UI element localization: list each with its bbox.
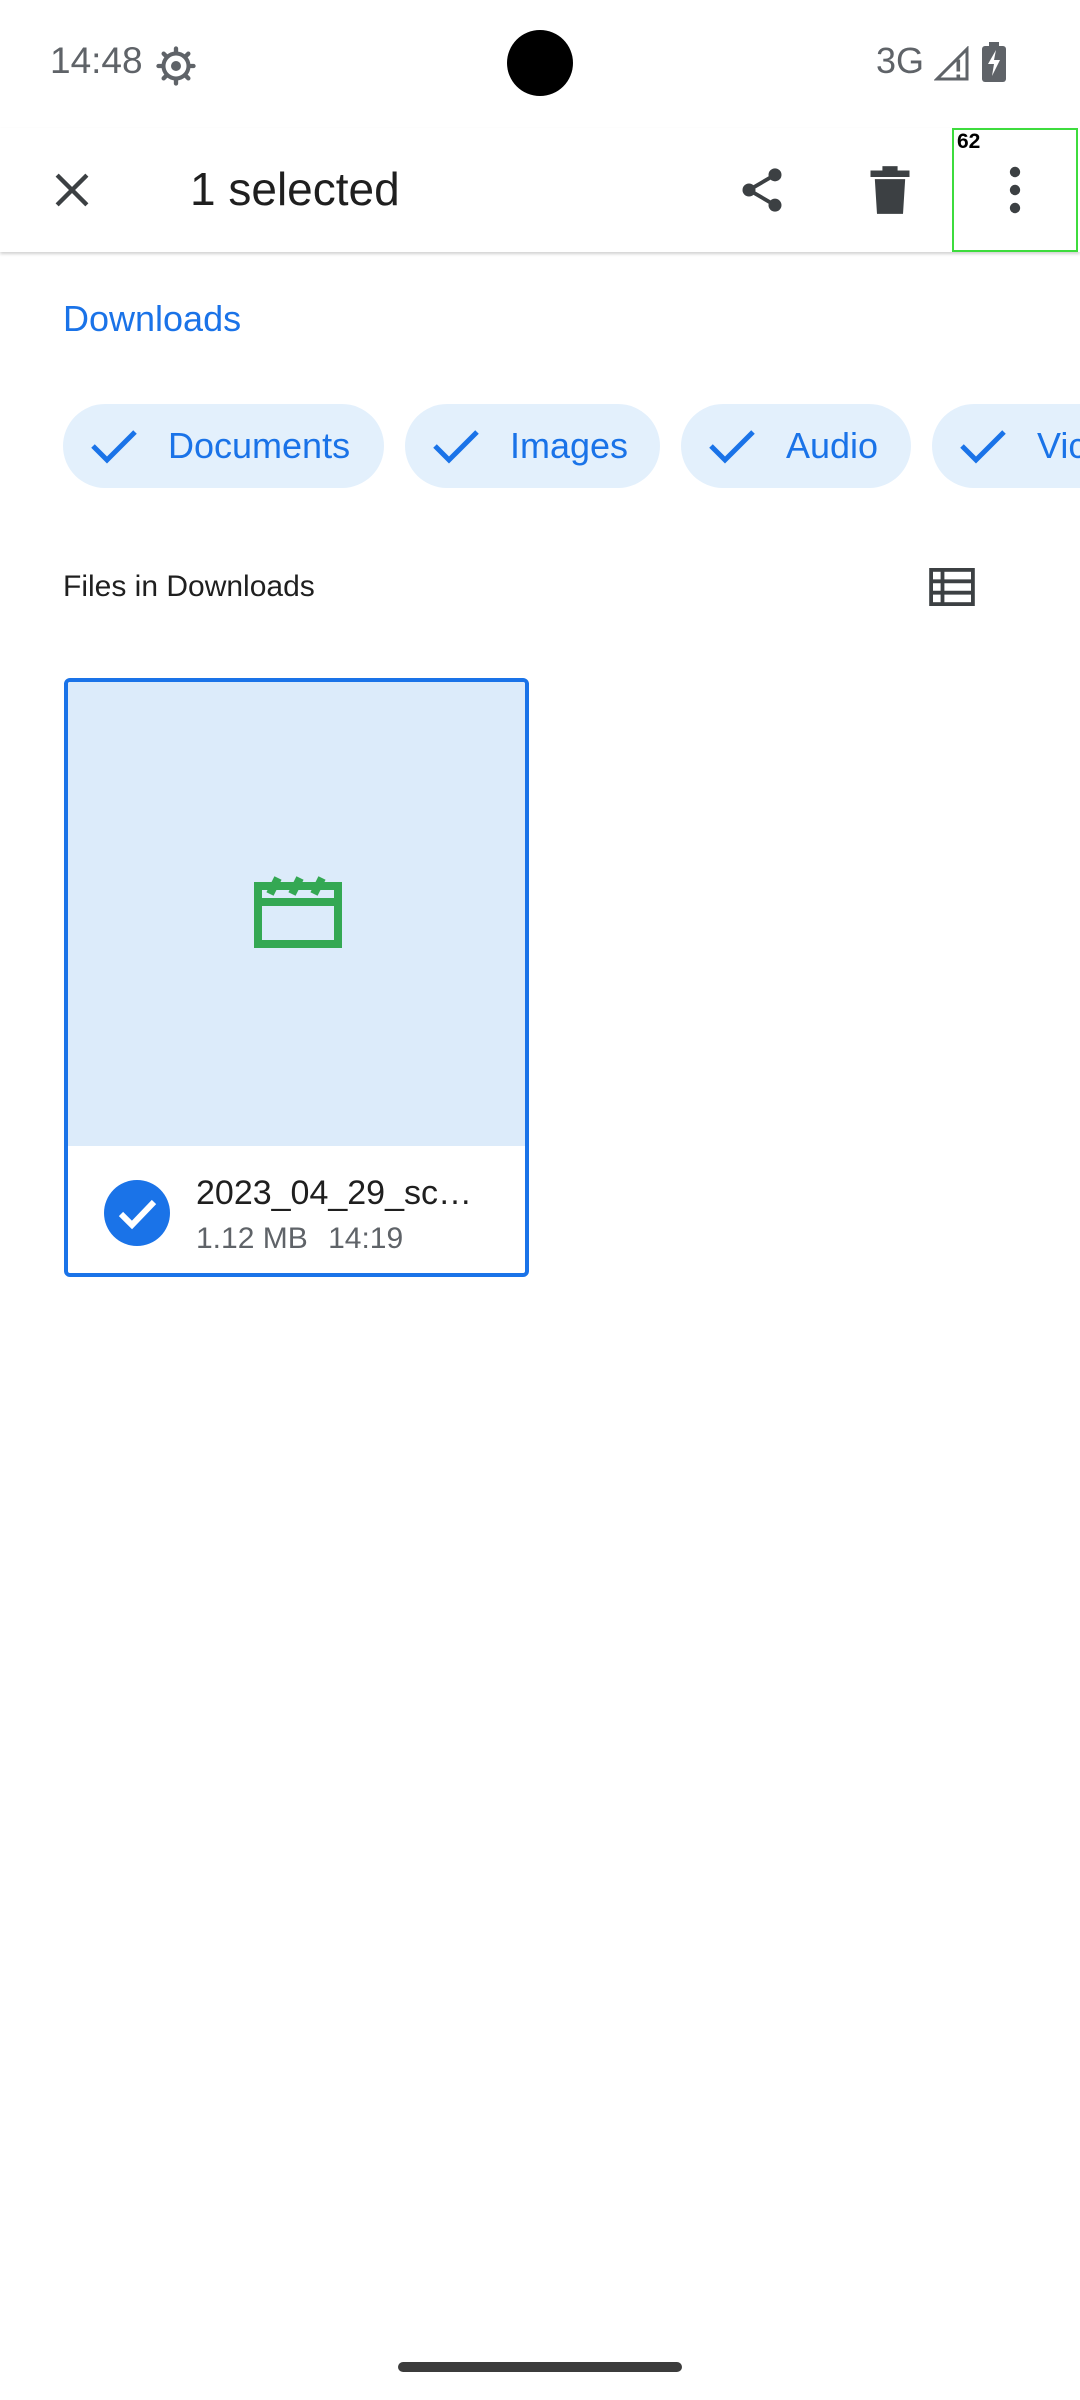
close-icon <box>55 173 89 207</box>
battery-charging-icon <box>982 42 1006 82</box>
gesture-nav-bar[interactable] <box>398 2362 682 2372</box>
gear-icon <box>156 46 196 86</box>
filter-chip-documents[interactable]: Documents <box>63 404 384 488</box>
list-view-icon <box>929 568 975 606</box>
file-size: 1.12 MB <box>196 1222 308 1255</box>
close-selection-button[interactable] <box>38 156 106 224</box>
file-name: 2023_04_29_sc… <box>196 1174 473 1212</box>
selection-action-bar: 1 selected 62 <box>0 128 1080 252</box>
more-vert-icon <box>1009 166 1021 214</box>
list-view-toggle[interactable] <box>924 562 980 612</box>
file-meta: 1.12 MB 14:19 <box>196 1222 403 1256</box>
check-icon <box>91 430 137 464</box>
breadcrumb-downloads[interactable]: Downloads <box>63 298 241 340</box>
more-options-button[interactable]: 62 <box>952 128 1078 252</box>
filter-chip-audio[interactable]: Audio <box>681 404 911 488</box>
share-icon <box>742 168 782 212</box>
check-icon <box>433 430 479 464</box>
filter-chip-label: Images <box>510 425 629 466</box>
element-index-badge: 62 <box>957 130 981 153</box>
filter-chips: Documents Images Audio Vic <box>0 404 1080 488</box>
filter-chip-images[interactable]: Images <box>405 404 660 488</box>
file-thumbnail <box>68 682 525 1146</box>
file-grid-item[interactable]: 2023_04_29_sc… 1.12 MB 14:19 <box>64 678 529 1277</box>
check-icon <box>960 430 1006 464</box>
selection-count-title: 1 selected <box>190 163 400 215</box>
network-type: 3G <box>876 40 925 81</box>
file-time: 14:19 <box>328 1222 404 1255</box>
signal-icon <box>934 46 969 81</box>
camera-cutout <box>507 30 573 96</box>
section-title: Files in Downloads <box>63 570 315 603</box>
check-icon <box>709 430 755 464</box>
selected-check-icon[interactable] <box>104 1180 170 1246</box>
filter-chip-videos[interactable]: Vic <box>932 404 1080 488</box>
status-bar: 14:48 3G <box>0 0 1080 128</box>
filter-chip-label: Vic <box>1037 425 1080 466</box>
share-button[interactable] <box>728 156 796 224</box>
status-time: 14:48 <box>50 40 143 81</box>
movie-icon <box>254 876 342 948</box>
delete-button[interactable] <box>856 156 924 224</box>
delete-icon <box>870 166 910 214</box>
filter-chip-label: Documents <box>168 425 351 466</box>
filter-chip-label: Audio <box>786 425 879 466</box>
